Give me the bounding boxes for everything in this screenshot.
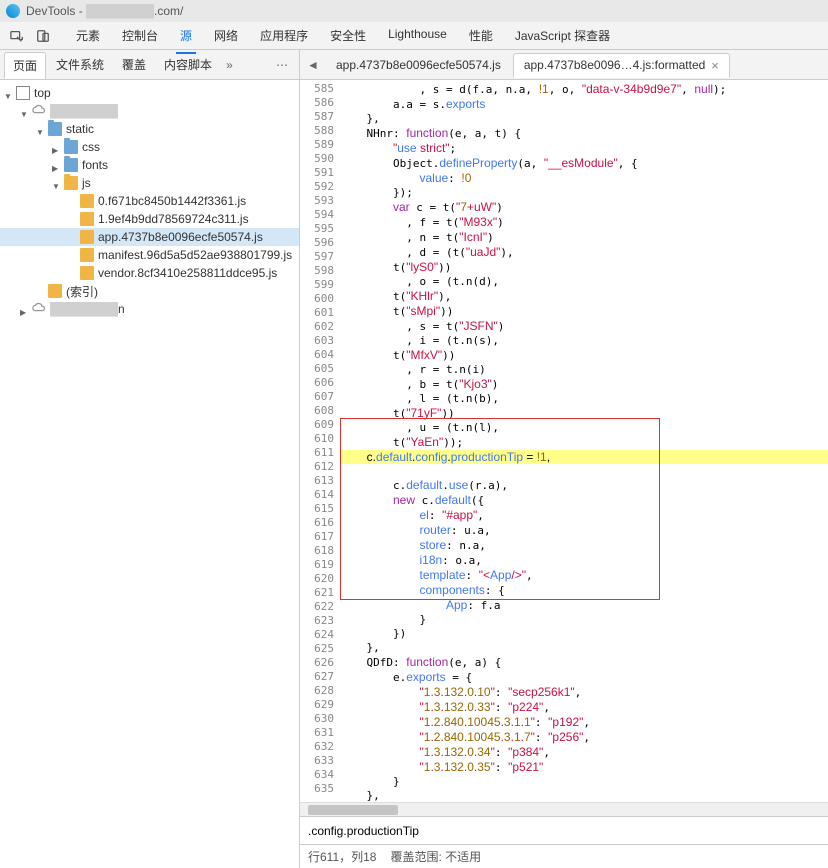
panel-tab-2[interactable]: 源: [170, 23, 202, 48]
editor-pane: ◄ app.4737b8e0096ecfe50574.jsapp.4737b8e…: [300, 50, 828, 868]
tree-label: static: [66, 122, 94, 136]
tree-label: 1.9ef4b9dd78569724c311.js: [98, 212, 249, 226]
tree-row[interactable]: top: [0, 84, 299, 102]
close-icon[interactable]: ×: [711, 58, 719, 73]
tree-row[interactable]: js: [0, 174, 299, 192]
tree-expand-icon: [68, 214, 78, 224]
title-bar: DevTools - ████████.com/: [0, 0, 828, 22]
tree-row[interactable]: css: [0, 138, 299, 156]
frame-icon: [16, 86, 30, 100]
tree-row[interactable]: ████████: [0, 102, 299, 120]
tree-label: css: [82, 140, 100, 154]
panel-tab-8[interactable]: JavaScript 探查器: [505, 23, 620, 48]
tree-row[interactable]: manifest.96d5a5d52ae938801799.js: [0, 246, 299, 264]
search-bar: [300, 816, 828, 844]
tree-label: (索引): [66, 283, 98, 300]
folder-icon: [48, 122, 62, 136]
panel-tab-4[interactable]: 应用程序: [250, 23, 318, 48]
jsfile-icon: [80, 212, 94, 226]
device-toggle-icon[interactable]: [32, 25, 54, 47]
cloud-icon: [32, 302, 46, 316]
jsfile-icon: [48, 284, 62, 298]
folder-icon: [64, 140, 78, 154]
sidebar-tab-1[interactable]: 文件系统: [48, 52, 112, 78]
editor-nav-left-icon[interactable]: ◄: [304, 56, 322, 74]
panel-tab-0[interactable]: 元素: [66, 23, 110, 48]
tree-expand-icon: [68, 268, 78, 278]
coverage-status: 覆盖范围: 不适用: [390, 848, 481, 865]
sidebar-more-chevron[interactable]: »: [222, 54, 237, 76]
editor-tab-0[interactable]: app.4737b8e0096ecfe50574.js: [326, 53, 511, 77]
panel-tab-1[interactable]: 控制台: [112, 23, 168, 48]
tree-row[interactable]: vendor.8cf3410e258811ddce95.js: [0, 264, 299, 282]
tree-label: manifest.96d5a5d52ae938801799.js: [98, 248, 292, 262]
file-tree[interactable]: top ████████ static css fonts js 0.f671bc8450b…: [0, 80, 299, 868]
tree-expand-icon[interactable]: [36, 124, 46, 134]
panel-tabs: 元素控制台源网络应用程序安全性Lighthouse性能JavaScript 探查…: [66, 23, 620, 48]
tree-row[interactable]: (索引): [0, 282, 299, 300]
cursor-position: 行611，列18: [308, 848, 376, 865]
tree-label: 0.f671bc8450b1442f3361.js: [98, 194, 246, 208]
sidebar-tabs: 页面文件系统覆盖内容脚本 » ⋯: [0, 50, 299, 80]
sidebar-tab-0[interactable]: 页面: [4, 52, 46, 79]
tree-expand-icon: [68, 232, 78, 242]
jsfile-icon: [80, 230, 94, 244]
sidebar-tab-3[interactable]: 内容脚本: [156, 52, 220, 78]
tree-label: fonts: [82, 158, 108, 172]
search-input[interactable]: [306, 822, 822, 840]
cloud-icon: [32, 104, 46, 118]
tree-expand-icon: [68, 250, 78, 260]
panel-tab-7[interactable]: 性能: [459, 23, 503, 48]
jsfile-icon: [80, 248, 94, 262]
tree-label: js: [82, 176, 91, 190]
tree-row[interactable]: app.4737b8e0096ecfe50574.js: [0, 228, 299, 246]
tree-row[interactable]: 0.f671bc8450b1442f3361.js: [0, 192, 299, 210]
inspect-element-icon[interactable]: [6, 25, 28, 47]
line-gutter: 5855865875885895905915925935945955965975…: [300, 80, 340, 802]
tree-expand-icon[interactable]: [20, 106, 30, 116]
folder-icon: [64, 158, 78, 172]
tree-label: ████████n: [50, 302, 125, 316]
tree-expand-icon[interactable]: [52, 142, 62, 152]
edge-icon: [6, 4, 20, 18]
sidebar-overflow-icon[interactable]: ⋯: [270, 54, 295, 76]
editor-tabs: ◄ app.4737b8e0096ecfe50574.jsapp.4737b8e…: [300, 50, 828, 80]
sources-sidebar: 页面文件系统覆盖内容脚本 » ⋯ top ████████ static css fon…: [0, 50, 300, 868]
horizontal-scrollbar[interactable]: [300, 802, 828, 816]
tree-label: ████████: [50, 104, 118, 118]
jsfile-icon: [80, 266, 94, 280]
panel-tab-3[interactable]: 网络: [204, 23, 248, 48]
tree-expand-icon: [36, 286, 46, 296]
tree-expand-icon[interactable]: [52, 160, 62, 170]
editor-tab-1[interactable]: app.4737b8e0096…4.js:formatted×: [513, 53, 730, 78]
tree-label: top: [34, 86, 51, 100]
sidebar-tab-2[interactable]: 覆盖: [114, 52, 154, 78]
panel-tab-5[interactable]: 安全性: [320, 23, 376, 48]
main-toolbar: 元素控制台源网络应用程序安全性Lighthouse性能JavaScript 探查…: [0, 22, 828, 50]
code-area[interactable]: , s = d(f.a, n.a, !1, o, "data-v-34b9d9e…: [340, 80, 828, 802]
tree-expand-icon: [68, 196, 78, 206]
tree-expand-icon[interactable]: [20, 304, 30, 314]
tree-label: vendor.8cf3410e258811ddce95.js: [98, 266, 277, 280]
tree-label: app.4737b8e0096ecfe50574.js: [98, 230, 263, 244]
tree-row[interactable]: 1.9ef4b9dd78569724c311.js: [0, 210, 299, 228]
folder-yellow-icon: [64, 176, 78, 190]
tree-row[interactable]: ████████n: [0, 300, 299, 318]
tree-expand-icon[interactable]: [4, 88, 14, 98]
panel-tab-6[interactable]: Lighthouse: [378, 23, 457, 48]
tree-row[interactable]: static: [0, 120, 299, 138]
tree-expand-icon[interactable]: [52, 178, 62, 188]
window-title: DevTools - ████████.com/: [26, 4, 183, 18]
jsfile-icon: [80, 194, 94, 208]
status-bar: 行611，列18 覆盖范围: 不适用: [300, 844, 828, 868]
tree-row[interactable]: fonts: [0, 156, 299, 174]
